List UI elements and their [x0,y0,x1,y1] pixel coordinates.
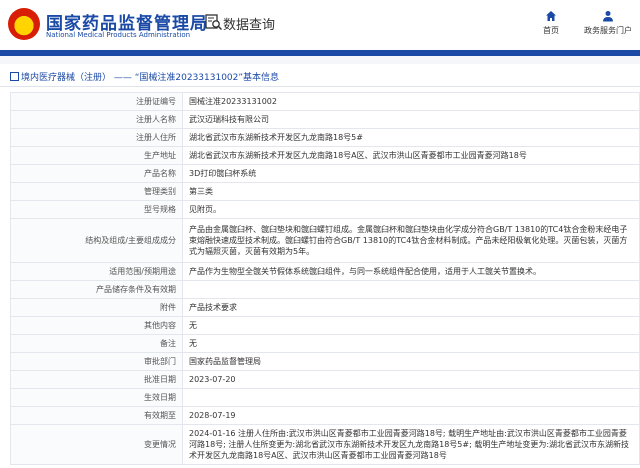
row-key: 注册证编号 [10,92,183,111]
row-value: 湖北省武汉市东湖新技术开发区九龙南路18号5# [182,128,640,147]
row-value: 第三类 [182,182,640,201]
row-value [182,280,640,299]
row-key: 注册人住所 [10,128,183,147]
row-key: 生产地址 [10,146,183,165]
row-value: 2023-07-20 [182,370,640,389]
site-header: 国家药品监督管理局 National Medical Products Admi… [0,0,640,50]
table-row: 附件 产品技术要求 [10,298,640,317]
table-row: 结构及组成/主要组成成分 产品由金属髋臼杯、髋臼垫块和髋臼螺钉组成。金属髋臼杯和髋… [10,218,640,263]
row-value: 产品由金属髋臼杯、髋臼垫块和髋臼螺钉组成。金属髋臼杯和髋臼垫块由化学成分符合GB… [182,218,640,263]
detail-panel: 境内医疗器械（注册） —— “国械注准20233131002”基本信息 注册证编… [0,64,640,468]
row-key: 生效日期 [10,388,183,407]
row-key: 备注 [10,334,183,353]
user-icon [603,11,613,22]
info-table: 注册证编号 国械注准20233131002 注册人名称 武汉迈瑞科技有限公司 注册人… [10,92,640,465]
table-row: 批准日期 2023-07-20 [10,370,640,389]
table-row: 产品名称 3D打印髋臼杯系统 [10,164,640,183]
row-value: 2028-07-19 [182,406,640,425]
row-key: 适用范围/预期用途 [10,262,183,281]
nav-home-label: 首页 [543,26,559,35]
breadcrumb-text: 境内医疗器械（注册） —— “国械注准20233131002”基本信息 [21,73,280,83]
data-query-link[interactable]: 数据查询 [223,14,275,33]
row-value [182,388,640,407]
home-icon [546,11,556,21]
row-value: 产品技术要求 [182,298,640,317]
row-key: 附件 [10,298,183,317]
table-row: 注册人住所 湖北省武汉市东湖新技术开发区九龙南路18号5# [10,128,640,147]
row-key: 批准日期 [10,370,183,389]
row-key: 产品名称 [10,164,183,183]
row-value: 武汉迈瑞科技有限公司 [182,110,640,129]
table-row: 其他内容无 [10,316,640,335]
row-value: 无 [182,334,640,353]
nav-home[interactable]: 首页 [536,10,566,40]
table-row: 产品储存条件及有效期 [10,280,640,299]
row-key: 变更情况 [10,424,183,465]
row-value: 湖北省武汉市东湖新技术开发区九龙南路18号A区、武汉市洪山区青菱都市工业园青菱河… [182,146,640,165]
table-row: 管理类别 第三类 [10,182,640,201]
row-value: 国械注准20233131002 [182,92,640,111]
table-row: 变更情况 2024-01-16 注册人住所由:武汉市洪山区青菱都市工业园青菱河路1… [10,424,640,465]
table-row: 生产地址 湖北省武汉市东湖新技术开发区九龙南路18号A区、武汉市洪山区青菱都市工业… [10,146,640,165]
nav-portal-label: 政务服务门户 [584,26,632,35]
table-row: 备注无 [10,334,640,353]
table-row: 生效日期 [10,388,640,407]
table-row: 型号规格 见附页。 [10,200,640,219]
row-key: 审批部门 [10,352,183,371]
row-value: 3D打印髋臼杯系统 [182,164,640,183]
row-key: 有效期至 [10,406,183,425]
nav-portal[interactable]: 政务服务门户 [580,10,636,40]
table-row: 有效期至 2028-07-19 [10,406,640,425]
row-key: 注册人名称 [10,110,183,129]
table-row: 适用范围/预期用途 产品作为生物型全髋关节假体系统髋臼组件，与同一系统组件配合使用… [10,262,640,281]
document-icon [10,72,19,81]
header-band [0,50,640,56]
row-key: 型号规格 [10,200,183,219]
table-row: 注册证编号 国械注准20233131002 [10,92,640,111]
row-value: 2024-01-16 注册人住所由:武汉市洪山区青菱都市工业园青菱河路18号; … [182,424,640,465]
row-value: 见附页。 [182,200,640,219]
row-key: 管理类别 [10,182,183,201]
row-value: 产品作为生物型全髋关节假体系统髋臼组件，与同一系统组件配合使用，适用于人工髋关节… [182,262,640,281]
row-value: 无 [182,316,640,335]
row-key: 其他内容 [10,316,183,335]
table-row: 注册人名称 武汉迈瑞科技有限公司 [10,110,640,129]
table-row: 审批部门 国家药品监督管理局 [10,352,640,371]
site-subtitle: National Medical Products Administration [46,31,191,39]
row-value: 国家药品监督管理局 [182,352,640,371]
row-key: 结构及组成/主要组成成分 [10,218,183,263]
divider [0,86,640,87]
breadcrumb: 境内医疗器械（注册） —— “国械注准20233131002”基本信息 [10,70,279,83]
search-icon [205,14,223,31]
emblem-icon[interactable] [8,8,40,40]
row-key: 产品储存条件及有效期 [10,280,183,299]
